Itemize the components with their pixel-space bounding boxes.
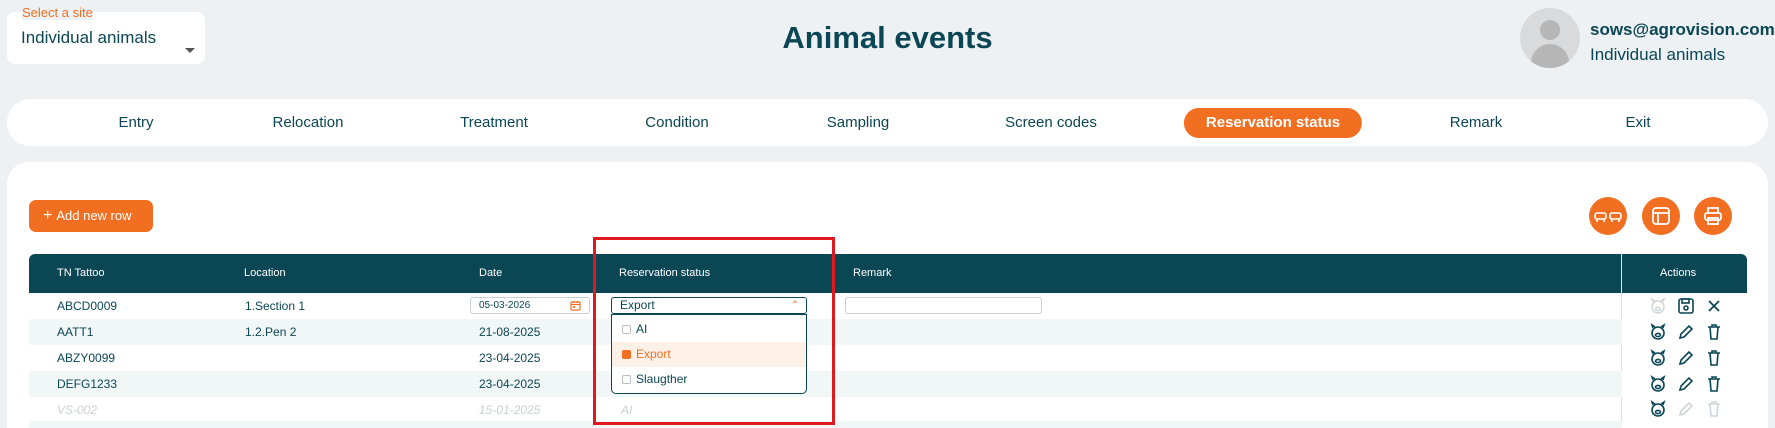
checkbox-icon: [622, 350, 631, 359]
dropdown-option-label: Export: [636, 347, 671, 361]
add-new-row-label: Add new row: [56, 208, 132, 223]
date-input-value: 05-03-2026: [479, 300, 531, 311]
table-row[interactable]: ABZY0099 23-04-2025: [29, 345, 1622, 371]
site-select-label: Select a site: [22, 5, 93, 20]
tab-exit[interactable]: Exit: [1625, 99, 1650, 146]
tab-relocation[interactable]: Relocation: [273, 99, 344, 146]
table-row[interactable]: VS-002 15-01-2025 AI: [29, 397, 1622, 421]
tab-reservation-status[interactable]: Reservation status: [1183, 108, 1363, 138]
columns-icon: [1652, 207, 1670, 225]
calendar-icon[interactable]: [570, 300, 581, 311]
reservation-status-select[interactable]: Export ⌃: [611, 297, 807, 314]
cell-tattoo: DEFG1233: [57, 377, 118, 391]
pigs-icon: [1594, 212, 1622, 222]
cell-date: 23-04-2025: [479, 351, 541, 365]
dropdown-option-ai[interactable]: AI: [612, 317, 806, 342]
columns-button[interactable]: [1642, 197, 1680, 235]
table-row[interactable]: AATT1 1.2.Pen 2 21-08-2025: [29, 319, 1622, 345]
cell-reservation: AI: [621, 403, 633, 417]
cell-date: 21-08-2025: [479, 325, 541, 339]
trash-icon[interactable]: [1705, 323, 1723, 341]
trash-icon[interactable]: [1705, 375, 1723, 393]
header-tn-tattoo[interactable]: TN Tattoo: [57, 254, 105, 293]
avatar-head: [1540, 20, 1560, 40]
table-row-partial: [29, 421, 1622, 428]
page-title: Animal events: [782, 20, 993, 55]
checkbox-icon: [622, 325, 631, 334]
edit-icon[interactable]: [1677, 323, 1695, 341]
header-date[interactable]: Date: [479, 254, 502, 293]
pigs-button[interactable]: [1589, 197, 1627, 235]
cell-date: 23-04-2025: [479, 377, 541, 391]
trash-icon[interactable]: [1705, 349, 1723, 367]
table-row[interactable]: DEFG1233 23-04-2025: [29, 371, 1622, 397]
checkbox-icon: [622, 375, 631, 384]
save-icon[interactable]: [1677, 297, 1695, 315]
dropdown-option-slaughter[interactable]: Slaugther: [612, 367, 806, 392]
edit-icon[interactable]: [1677, 375, 1695, 393]
avatar-body: [1531, 44, 1569, 68]
edit-icon[interactable]: [1677, 349, 1695, 367]
reservation-status-dropdown: AI Export Slaugther: [611, 314, 807, 394]
cell-tattoo: ABZY0099: [57, 351, 116, 365]
close-icon[interactable]: [1705, 297, 1723, 315]
actions-column: [1621, 293, 1747, 428]
dropdown-option-label: Slaugther: [636, 372, 688, 386]
cell-location: 1.Section 1: [245, 299, 306, 313]
header-actions: Actions: [1660, 267, 1697, 279]
user-email: sows@agrovision.com: [1590, 20, 1775, 39]
cell-tattoo: AATT1: [57, 325, 94, 339]
pig-icon[interactable]: [1649, 400, 1667, 418]
event-nav: Entry Relocation Treatment Condition Sam…: [7, 99, 1768, 146]
remark-input[interactable]: [845, 297, 1042, 314]
cell-tattoo: ABCD0009: [57, 299, 118, 313]
cell-tattoo: VS-002: [57, 403, 98, 417]
edit-icon: [1678, 401, 1694, 417]
cell-location: 1.2.Pen 2: [245, 325, 297, 339]
cell-date: 15-01-2025: [479, 403, 541, 417]
tab-sampling[interactable]: Sampling: [827, 99, 890, 146]
tab-entry[interactable]: Entry: [118, 99, 153, 146]
table-header: TN Tattoo Location Date Reservation stat…: [29, 254, 1747, 293]
tab-remark[interactable]: Remark: [1450, 99, 1503, 146]
avatar[interactable]: [1520, 8, 1580, 68]
pig-icon[interactable]: [1649, 323, 1667, 341]
dropdown-option-label: AI: [636, 322, 648, 336]
print-icon: [1704, 207, 1722, 225]
chevron-up-icon: ⌃: [790, 300, 799, 311]
trash-icon: [1708, 401, 1720, 417]
dropdown-option-export[interactable]: Export: [612, 342, 806, 367]
tab-treatment[interactable]: Treatment: [460, 99, 528, 146]
header-reservation-status[interactable]: Reservation status: [619, 254, 710, 293]
user-site: Individual animals: [1590, 45, 1726, 64]
pig-icon[interactable]: [1649, 375, 1667, 393]
print-button[interactable]: [1694, 197, 1732, 235]
pig-icon[interactable]: [1649, 349, 1667, 367]
tab-condition[interactable]: Condition: [645, 99, 708, 146]
table-row-editing: ABCD0009 1.Section 1: [29, 293, 1622, 319]
plus-icon: +: [43, 207, 53, 224]
tab-screen-codes[interactable]: Screen codes: [1005, 99, 1097, 146]
date-input[interactable]: 05-03-2026: [470, 297, 590, 314]
header-location[interactable]: Location: [244, 254, 286, 293]
header-remark[interactable]: Remark: [853, 254, 892, 293]
pig-icon: [1650, 297, 1666, 314]
reservation-select-value: Export: [620, 298, 655, 312]
add-new-row-button[interactable]: + Add new row: [29, 200, 153, 232]
